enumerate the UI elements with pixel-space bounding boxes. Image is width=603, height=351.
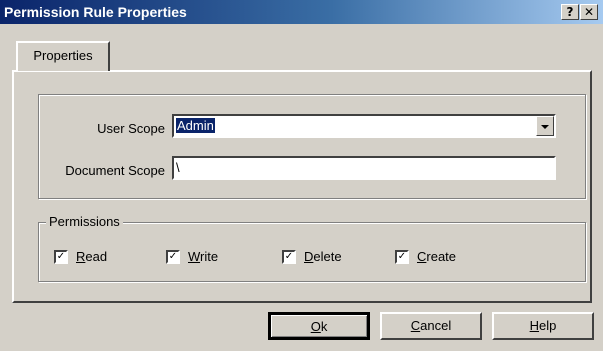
create-label: Create	[417, 249, 457, 264]
question-icon: ?	[566, 5, 574, 19]
document-scope-value: \	[176, 160, 180, 175]
read-checkbox[interactable]: ✓ Read	[54, 249, 107, 264]
permissions-group-label: Permissions	[46, 215, 123, 229]
document-scope-label: Document Scope	[65, 163, 165, 178]
delete-checkbox[interactable]: ✓ Delete	[282, 249, 342, 264]
user-scope-value: Admin	[176, 118, 215, 133]
document-scope-input[interactable]: \	[172, 156, 556, 180]
user-scope-label: User Scope	[97, 121, 165, 136]
checkmark-icon[interactable]: ✓	[166, 249, 180, 264]
chevron-down-icon[interactable]	[536, 116, 554, 136]
properties-panel: User Scope Admin Document Scope \ Permis…	[12, 70, 592, 303]
scope-group	[38, 94, 586, 199]
checkmark-icon[interactable]: ✓	[282, 249, 296, 264]
checkmark-icon[interactable]: ✓	[395, 249, 409, 264]
write-checkbox[interactable]: ✓ Write	[166, 249, 218, 264]
help-dialog-button[interactable]: Help	[492, 312, 594, 340]
title-bar[interactable]: Permission Rule Properties	[0, 0, 603, 24]
tab-label: Properties	[33, 48, 93, 63]
ok-button[interactable]: Ok	[268, 312, 370, 340]
delete-label: Delete	[304, 249, 342, 264]
write-label: Write	[188, 249, 219, 264]
close-icon: ✕	[583, 5, 595, 19]
cancel-button[interactable]: Cancel	[380, 312, 482, 340]
checkmark-icon[interactable]: ✓	[54, 249, 68, 264]
user-scope-dropdown[interactable]: Admin	[172, 114, 556, 138]
window-title: Permission Rule Properties	[4, 4, 187, 20]
tab-properties[interactable]: Properties	[16, 41, 110, 71]
create-checkbox[interactable]: ✓ Create	[395, 249, 456, 264]
read-label: Read	[76, 249, 108, 264]
help-button[interactable]: ?	[561, 4, 579, 20]
close-button[interactable]: ✕	[580, 4, 598, 20]
